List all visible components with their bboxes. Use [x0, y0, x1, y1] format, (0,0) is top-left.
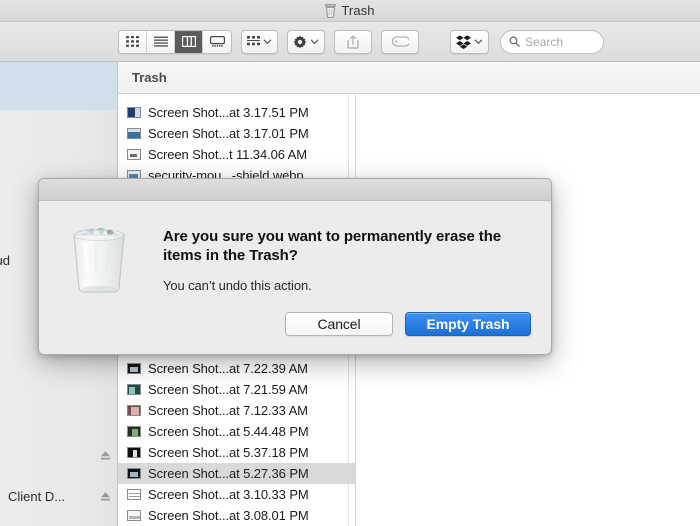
- sidebar-selection-highlight: [0, 62, 118, 110]
- grid-icon: [126, 36, 139, 47]
- file-name: Screen Shot...at 5.27.36 PM: [148, 466, 309, 481]
- sidebar-item-volume[interactable]: [0, 444, 118, 466]
- file-name: Screen Shot...at 5.37.18 PM: [148, 445, 309, 460]
- dialog-button-row: Cancel Empty Trash: [285, 312, 531, 336]
- list-item[interactable]: Screen Shot...at 5.37.18 PM: [118, 442, 356, 463]
- chevron-down-icon: [263, 37, 272, 46]
- list-item[interactable]: Screen Shot...at 5.44.48 PM: [118, 421, 356, 442]
- gallery-view-button[interactable]: [203, 31, 231, 53]
- dropbox-icon: [456, 35, 471, 49]
- dropbox-button[interactable]: [450, 30, 489, 54]
- icon-view-button[interactable]: [119, 31, 147, 53]
- sidebar-item-client-d[interactable]: Client D...: [0, 485, 118, 507]
- cancel-button[interactable]: Cancel: [285, 312, 393, 336]
- columns-icon: [182, 36, 196, 47]
- list-view-button[interactable]: [147, 31, 175, 53]
- list-item[interactable]: Screen Shot...at 5.27.36 PM: [118, 463, 356, 484]
- window-titlebar: Trash: [0, 0, 700, 22]
- image-thumbnail-icon: [127, 426, 141, 437]
- action-menu-button[interactable]: [287, 30, 325, 54]
- sidebar-item-label: Client D...: [8, 489, 65, 504]
- file-name: Screen Shot...at 3.10.33 PM: [148, 487, 309, 502]
- column-view-button[interactable]: [175, 31, 203, 53]
- image-thumbnail-icon: [127, 447, 141, 458]
- image-thumbnail-icon: [127, 107, 141, 118]
- list-item[interactable]: Screen Shot...t 11.34.06 AM: [118, 144, 356, 165]
- view-mode-segmented-control[interactable]: [118, 30, 232, 54]
- list-item[interactable]: Screen Shot...at 3.17.51 PM: [118, 102, 356, 123]
- list-item[interactable]: Screen Shot...at 3.08.01 PM: [118, 505, 356, 526]
- gallery-icon: [210, 36, 225, 47]
- column-header: Trash: [118, 62, 700, 94]
- dialog-subtext: You can’t undo this action.: [163, 278, 527, 293]
- image-thumbnail-icon: [127, 384, 141, 395]
- finder-window: Trash: [0, 0, 700, 526]
- gear-icon: [293, 35, 307, 49]
- dialog-text-block: Are you sure you want to permanently era…: [163, 221, 527, 293]
- search-input[interactable]: Search: [500, 30, 604, 54]
- image-thumbnail-icon: [127, 468, 141, 479]
- eject-icon[interactable]: [100, 491, 111, 502]
- search-icon: [509, 36, 520, 47]
- empty-trash-button[interactable]: Empty Trash: [405, 312, 531, 336]
- sidebar-item-label: Cloud: [0, 253, 10, 268]
- tag-icon: [392, 36, 409, 47]
- list-item[interactable]: Screen Shot...at 7.21.59 AM: [118, 379, 356, 400]
- image-thumbnail-icon: [127, 363, 141, 374]
- list-item[interactable]: Screen Shot...at 3.17.01 PM: [118, 123, 356, 144]
- dialog-heading: Are you sure you want to permanently era…: [163, 227, 503, 265]
- list-item[interactable]: Screen Shot...at 3.10.33 PM: [118, 484, 356, 505]
- dialog-titlebar: [39, 179, 551, 201]
- document-thumbnail-icon: [127, 510, 141, 521]
- file-name: Screen Shot...at 7.21.59 AM: [148, 382, 308, 397]
- file-name: Screen Shot...at 3.08.01 PM: [148, 508, 309, 523]
- column-header-title: Trash: [132, 70, 167, 85]
- eject-icon[interactable]: [100, 450, 111, 461]
- file-name: Screen Shot...at 7.12.33 AM: [148, 403, 308, 418]
- document-thumbnail-icon: [127, 489, 141, 500]
- finder-toolbar: Search: [0, 22, 700, 62]
- dialog-body: Are you sure you want to permanently era…: [39, 201, 551, 355]
- file-name: Screen Shot...at 5.44.48 PM: [148, 424, 309, 439]
- list-item[interactable]: Screen Shot...at 7.12.33 AM: [118, 400, 356, 421]
- image-thumbnail-icon: [127, 128, 141, 139]
- tags-button[interactable]: [381, 30, 419, 54]
- group-items-icon: [247, 36, 260, 47]
- list-icon: [154, 36, 168, 47]
- window-title: Trash: [341, 3, 374, 18]
- trash-icon: [325, 4, 336, 18]
- share-icon: [347, 35, 359, 49]
- empty-trash-dialog: Are you sure you want to permanently era…: [38, 178, 552, 355]
- file-name: Screen Shot...t 11.34.06 AM: [148, 147, 307, 162]
- document-thumbnail-icon: [127, 149, 141, 160]
- trash-full-icon: [66, 221, 132, 293]
- chevron-down-icon: [474, 37, 483, 46]
- arrange-button[interactable]: [241, 30, 278, 54]
- chevron-down-icon: [310, 37, 319, 46]
- image-thumbnail-icon: [127, 405, 141, 416]
- file-name: Screen Shot...at 3.17.51 PM: [148, 105, 309, 120]
- share-button[interactable]: [334, 30, 372, 54]
- file-name: Screen Shot...at 7.22.39 AM: [148, 361, 308, 376]
- search-placeholder: Search: [525, 35, 563, 49]
- file-name: Screen Shot...at 3.17.01 PM: [148, 126, 309, 141]
- list-item[interactable]: Screen Shot...at 7.22.39 AM: [118, 358, 356, 379]
